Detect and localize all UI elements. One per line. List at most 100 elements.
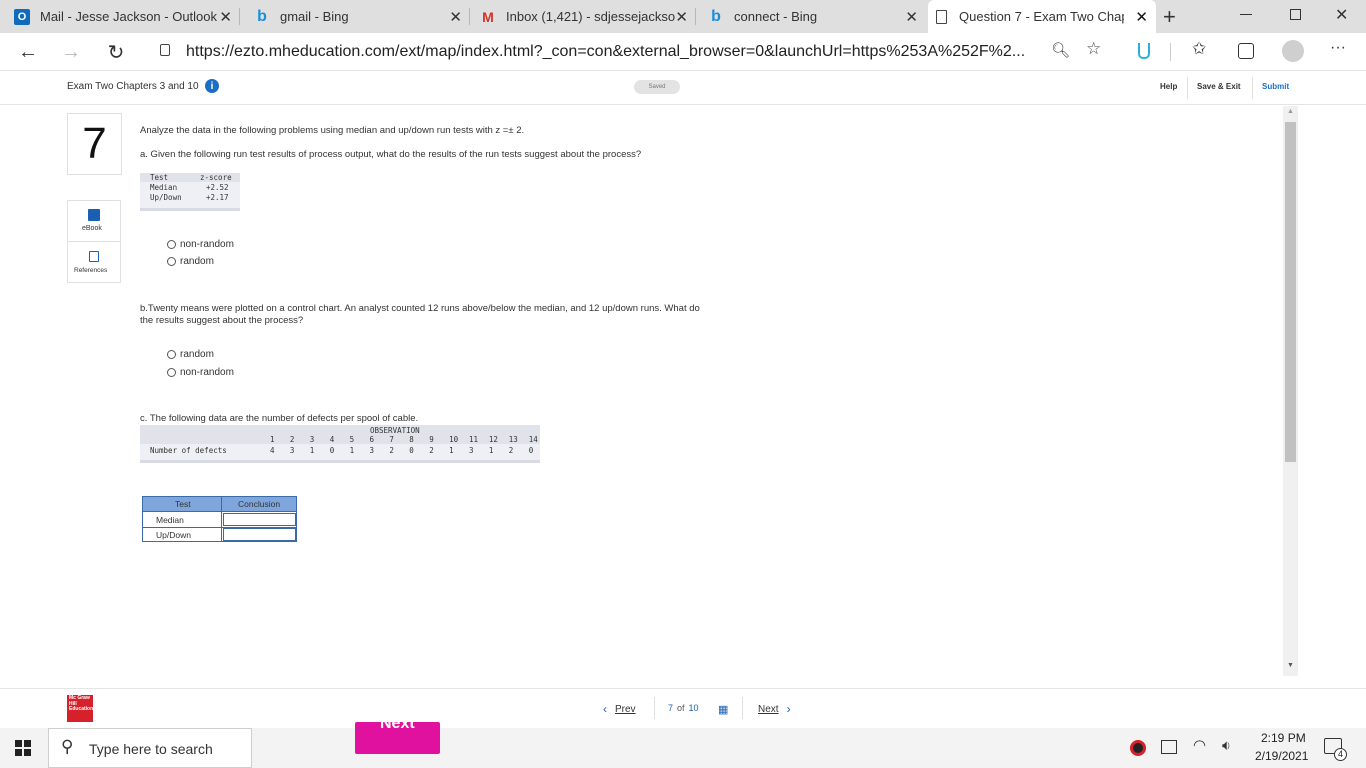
clock-time[interactable]: 2:19 PM bbox=[1261, 731, 1306, 745]
overlay-next-label: Next bbox=[380, 722, 415, 732]
window-close-icon[interactable]: ✕ bbox=[1335, 5, 1348, 25]
observation-cell: 2 bbox=[289, 435, 295, 444]
defect-cell: 1 bbox=[309, 446, 315, 455]
defect-cell: 2 bbox=[389, 446, 394, 455]
option-b-nonrandom[interactable]: non-random bbox=[167, 367, 234, 378]
radio-circle[interactable] bbox=[167, 257, 176, 266]
zoom-icon[interactable]: 🔍︎ bbox=[1051, 41, 1070, 59]
table-cell: Up/Down bbox=[150, 193, 182, 202]
option-b-random[interactable]: random bbox=[167, 349, 214, 360]
radio-circle[interactable] bbox=[167, 240, 176, 249]
taskbar-search[interactable]: ⚲ Type here to search bbox=[48, 728, 252, 768]
prev-button[interactable]: ‹ Prev bbox=[603, 702, 636, 716]
scroll-up-icon[interactable]: ▲ bbox=[1287, 108, 1294, 115]
scrollbar-thumb[interactable] bbox=[1285, 122, 1296, 462]
defect-cell: 0 bbox=[409, 446, 414, 455]
close-icon[interactable]: ✕ bbox=[1135, 8, 1148, 26]
close-icon[interactable]: ✕ bbox=[905, 8, 918, 26]
profile-avatar[interactable] bbox=[1282, 40, 1304, 62]
tab-outlook[interactable]: O Mail - Jesse Jackson - Outlook ✕ bbox=[0, 0, 240, 33]
median-conclusion-input[interactable] bbox=[223, 513, 296, 526]
help-link[interactable]: Help bbox=[1160, 82, 1177, 91]
tab-gmail-bing[interactable]: b gmail - Bing ✕ bbox=[240, 0, 470, 33]
option-label: random bbox=[180, 256, 214, 267]
close-icon[interactable]: ✕ bbox=[449, 8, 462, 26]
minimize-icon[interactable] bbox=[1240, 14, 1252, 15]
tab-gmail-inbox[interactable]: M Inbox (1,421) - sdjessejackson@ ✕ bbox=[470, 0, 696, 33]
tab-title: gmail - Bing bbox=[280, 9, 349, 24]
table-header-zscore: z-score bbox=[200, 173, 232, 182]
observation-cell: 6 bbox=[369, 435, 375, 444]
observation-row: 1 2 3 4 5 6 7 8 9 10 11 12 13 14 bbox=[140, 435, 540, 444]
mcgraw-hill-logo: Mc Graw Hill Education bbox=[67, 695, 93, 722]
windows-start-icon[interactable] bbox=[15, 740, 31, 756]
tab-connect-bing[interactable]: b connect - Bing ✕ bbox=[696, 0, 926, 33]
restore-icon[interactable] bbox=[1290, 9, 1301, 20]
references-label: References bbox=[74, 267, 108, 274]
grid-icon[interactable]: ▦ bbox=[718, 703, 728, 716]
tab-title: Mail - Jesse Jackson - Outlook bbox=[40, 9, 218, 24]
volume-icon[interactable]: 🔉︎ bbox=[1222, 737, 1231, 754]
observation-cell: 9 bbox=[429, 435, 434, 444]
tab-title: Inbox (1,421) - sdjessejackson@ bbox=[506, 9, 676, 24]
bing-icon: b bbox=[257, 7, 267, 25]
observation-cell: 8 bbox=[409, 435, 414, 444]
option-a-nonrandom[interactable]: non-random bbox=[167, 239, 234, 250]
radio-circle[interactable] bbox=[167, 368, 176, 377]
prev-label: Prev bbox=[615, 703, 636, 715]
back-icon[interactable]: ← bbox=[14, 38, 42, 66]
defect-cell: 2 bbox=[429, 446, 434, 455]
updown-conclusion-input[interactable] bbox=[223, 528, 296, 541]
tab-question-7[interactable]: Question 7 - Exam Two Chapte ✕ bbox=[928, 0, 1156, 33]
references-button[interactable]: References bbox=[68, 243, 120, 284]
page-total: 10 bbox=[688, 703, 699, 713]
clock-date[interactable]: 2/19/2021 bbox=[1255, 749, 1308, 763]
extension-icon[interactable] bbox=[1138, 43, 1150, 59]
page-icon bbox=[936, 9, 947, 24]
tray-device-icon[interactable] bbox=[1161, 740, 1177, 754]
url-field[interactable]: https://ezto.mheducation.com/ext/map/ind… bbox=[146, 36, 1116, 68]
observation-cell: 10 bbox=[449, 435, 459, 444]
submit-link[interactable]: Submit bbox=[1262, 82, 1289, 91]
question-intro: Analyze the data in the following proble… bbox=[140, 125, 525, 136]
page-of: of bbox=[677, 703, 685, 713]
overlay-next-button[interactable]: Next bbox=[355, 722, 440, 754]
part-a-prompt: a. Given the following run test results … bbox=[140, 149, 642, 160]
observation-cell: 1 bbox=[270, 435, 275, 444]
add-favorite-icon[interactable]: ☆ bbox=[1086, 39, 1101, 59]
observation-cell: 11 bbox=[469, 435, 479, 444]
close-icon[interactable]: ✕ bbox=[219, 8, 232, 26]
collections-icon[interactable] bbox=[1238, 43, 1254, 59]
wifi-icon[interactable]: ◠ bbox=[1193, 736, 1206, 754]
header-divider bbox=[1252, 77, 1253, 99]
observation-cell: 4 bbox=[329, 435, 335, 444]
radio-circle[interactable] bbox=[167, 350, 176, 359]
option-label: non-random bbox=[180, 367, 234, 378]
observation-cell: 3 bbox=[309, 435, 315, 444]
info-icon[interactable]: i bbox=[205, 79, 219, 93]
lock-icon[interactable] bbox=[160, 44, 170, 56]
ebook-label: eBook bbox=[82, 225, 102, 232]
resource-panel: eBook References bbox=[67, 200, 121, 283]
tray-app-icon[interactable] bbox=[1130, 740, 1146, 756]
defect-cell: 4 bbox=[270, 446, 275, 455]
table-cell: Median bbox=[150, 183, 178, 192]
refresh-icon[interactable]: ↻ bbox=[102, 38, 130, 66]
tab-title: Question 7 - Exam Two Chapte bbox=[959, 9, 1124, 24]
close-icon[interactable]: ✕ bbox=[675, 8, 688, 26]
scroll-down-icon[interactable]: ▼ bbox=[1287, 662, 1294, 669]
page-indicator[interactable]: 7 of 10 bbox=[668, 703, 699, 713]
part-c-prompt: c. The following data are the number of … bbox=[140, 413, 419, 424]
observation-header: OBSERVATION bbox=[370, 426, 420, 435]
forward-icon[interactable]: → bbox=[57, 38, 85, 66]
ebook-button[interactable]: eBook bbox=[68, 201, 120, 242]
option-a-random[interactable]: random bbox=[167, 256, 214, 267]
defect-cell: 1 bbox=[349, 446, 355, 455]
question-number: 7 bbox=[67, 113, 122, 175]
save-exit-link[interactable]: Save & Exit bbox=[1197, 82, 1241, 91]
more-icon[interactable]: ··· bbox=[1330, 39, 1346, 57]
defect-cell: 3 bbox=[369, 446, 375, 455]
next-button[interactable]: Next › bbox=[758, 702, 791, 716]
favorites-icon[interactable]: ✩ bbox=[1192, 39, 1206, 59]
new-tab-icon[interactable]: + bbox=[1163, 4, 1176, 30]
